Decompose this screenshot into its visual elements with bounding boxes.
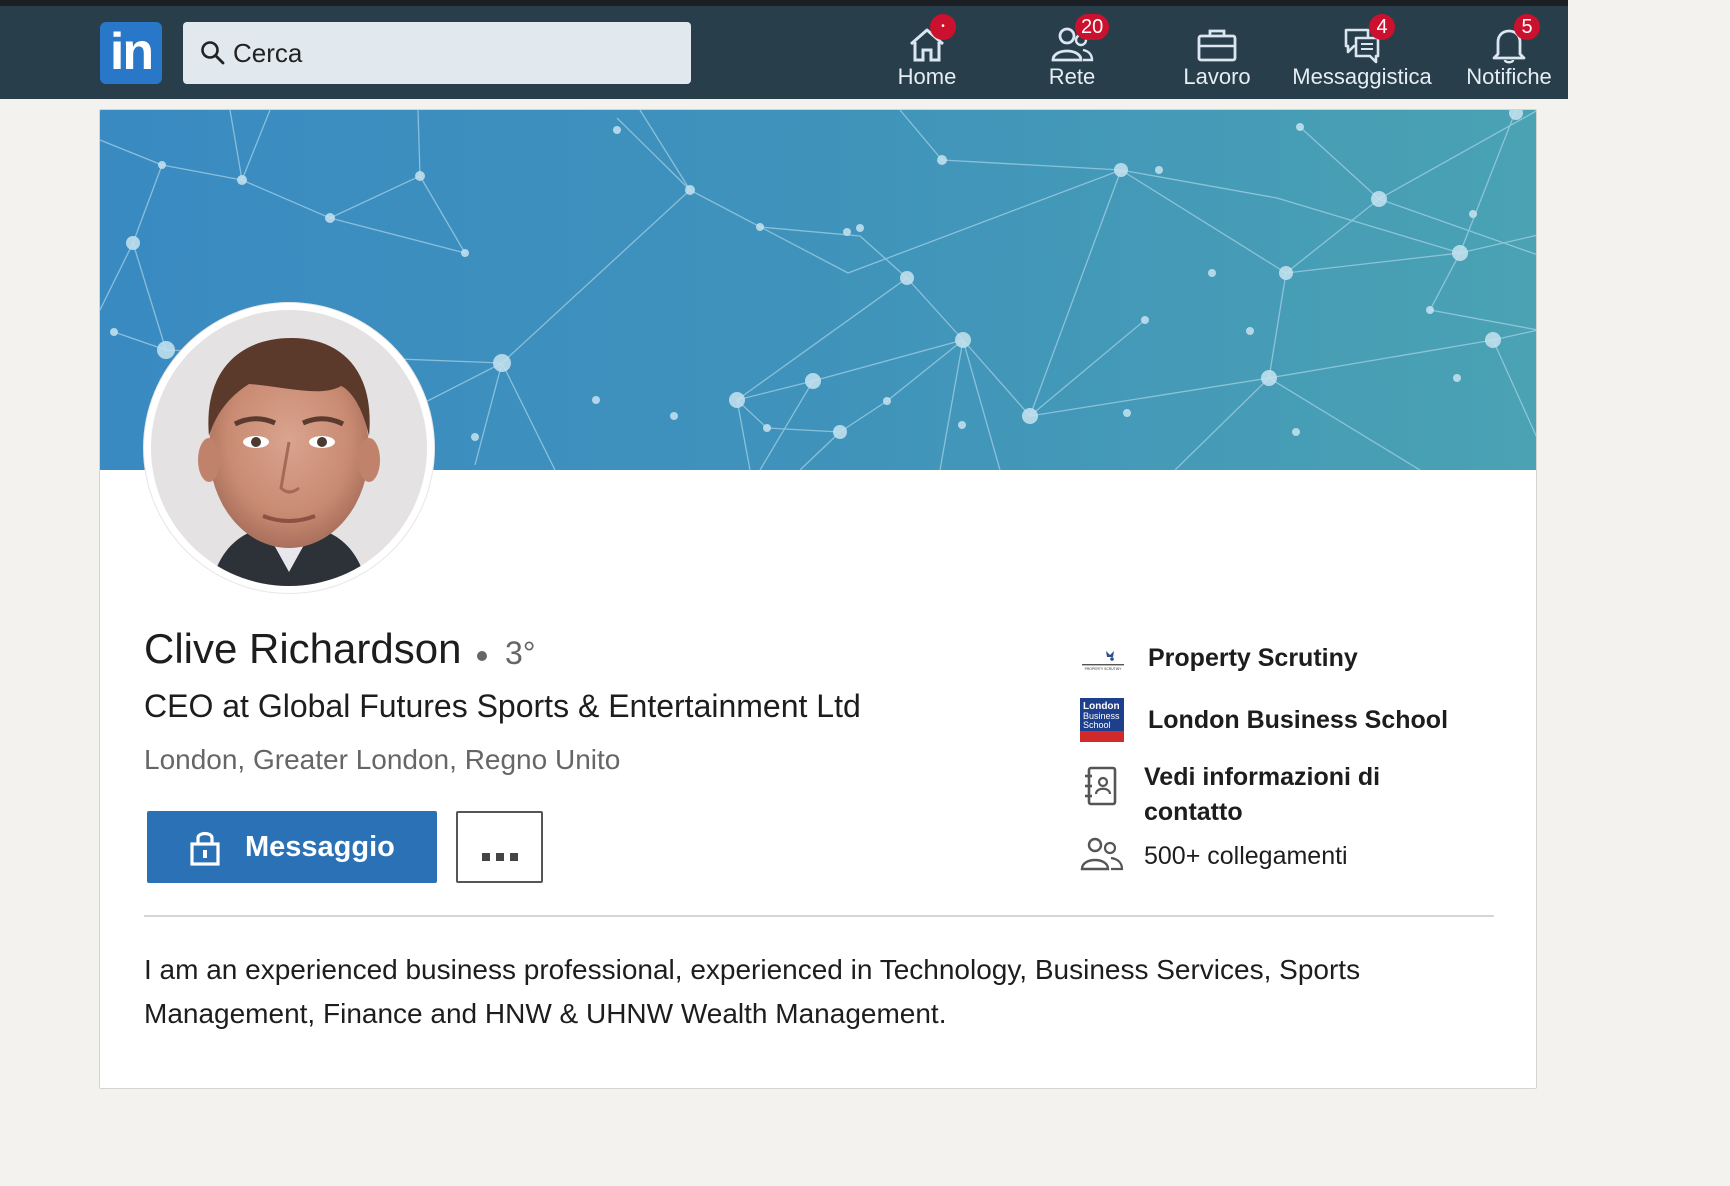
- notifications-badge: 5: [1514, 14, 1540, 40]
- contact-info-link[interactable]: Vedi informazioni di contatto: [1080, 760, 1520, 840]
- home-badge: •: [930, 14, 956, 40]
- messaging-badge: 4: [1369, 14, 1395, 40]
- nav-messaging[interactable]: 4 Messaggistica: [1289, 6, 1435, 99]
- top-navigation-bar: in • Home 20 Rete: [0, 6, 1568, 99]
- nav-network-label: Rete: [1048, 64, 1096, 89]
- profile-name: Clive Richardson: [144, 625, 462, 672]
- linkedin-page: in • Home 20 Rete: [0, 0, 1568, 1089]
- nav-home[interactable]: • Home: [854, 6, 1000, 99]
- nav-jobs[interactable]: Lavoro: [1144, 6, 1290, 99]
- contact-info-label: Vedi informazioni di contatto: [1144, 760, 1380, 830]
- linkedin-logo[interactable]: in: [100, 22, 162, 84]
- network-badge: 20: [1075, 14, 1110, 40]
- company-logo: PROPERTY SCRUTINY: [1080, 648, 1126, 672]
- briefcase-icon: [1197, 29, 1237, 62]
- education-school[interactable]: London Business School London Business S…: [1080, 698, 1520, 748]
- contact-info-line-1: Vedi informazioni di: [1144, 763, 1381, 791]
- summary-line-1: I am an experienced business professiona…: [144, 954, 1361, 985]
- profile-summary: I am an experienced business professiona…: [144, 948, 1464, 1036]
- profile-photo: [151, 310, 427, 586]
- summary-line-2: Management, Finance and HNW & UHNW Wealt…: [144, 998, 947, 1029]
- message-button[interactable]: Messaggio: [147, 811, 437, 883]
- profile-headline: CEO at Global Futures Sports & Entertain…: [144, 688, 861, 724]
- profile-avatar[interactable]: [144, 303, 434, 593]
- address-book-icon: [1085, 766, 1117, 806]
- nav-network[interactable]: 20 Rete: [999, 6, 1145, 99]
- nav-notifications[interactable]: 5 Notifiche: [1436, 6, 1582, 99]
- section-divider: [144, 915, 1494, 917]
- nav-jobs-label: Lavoro: [1183, 64, 1251, 89]
- search-icon: [201, 41, 225, 65]
- school-name: London Business School: [1148, 706, 1449, 734]
- connections-icon: [1080, 837, 1124, 871]
- contact-info-line-2: contatto: [1144, 798, 1243, 826]
- company-name: Property Scrutiny: [1148, 644, 1358, 672]
- search-box[interactable]: [183, 22, 691, 84]
- message-button-label: Messaggio: [245, 831, 395, 863]
- current-company[interactable]: PROPERTY SCRUTINY Property Scrutiny: [1080, 640, 1520, 690]
- lock-icon: [190, 831, 220, 866]
- svg-text:School: School: [1083, 720, 1111, 730]
- school-logo: London Business School: [1080, 698, 1124, 742]
- connections-link[interactable]: 500+ collegamenti: [1080, 834, 1520, 880]
- nav-home-label: Home: [897, 64, 957, 89]
- profile-location: London, Greater London, Regno Unito: [144, 744, 621, 775]
- nav-notifications-label: Notifiche: [1466, 64, 1552, 89]
- more-actions-button[interactable]: [456, 811, 543, 883]
- connections-count: 500+ collegamenti: [1144, 842, 1348, 870]
- search-input[interactable]: [233, 32, 673, 74]
- separator-dot: [477, 651, 487, 661]
- nav-messaging-label: Messaggistica: [1292, 64, 1432, 89]
- profile-card: Clive Richardson 3° CEO at Global Future…: [99, 109, 1537, 1089]
- svg-text:PROPERTY SCRUTINY: PROPERTY SCRUTINY: [1085, 667, 1123, 671]
- connection-degree: 3°: [505, 635, 536, 671]
- more-dots-icon: [482, 853, 518, 861]
